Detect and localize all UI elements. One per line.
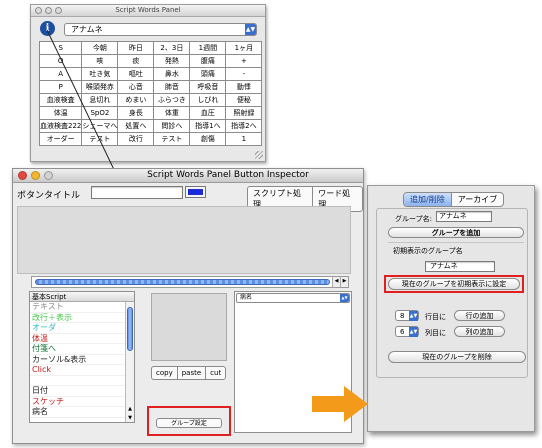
row-label: 行目に <box>425 313 446 321</box>
list-item[interactable]: 改行＋表示 <box>30 313 134 323</box>
orange-arrow-icon <box>312 386 368 422</box>
zoom-window-icon[interactable] <box>44 171 53 180</box>
initial-group-field[interactable]: アナムネ <box>425 261 495 272</box>
list-item[interactable]: 付箋へ <box>30 344 134 355</box>
row-stepper-value: 8 <box>400 312 405 320</box>
list-item[interactable] <box>30 376 134 386</box>
clipboard-buttons[interactable]: copy paste cut <box>151 366 227 380</box>
image-well[interactable] <box>151 293 227 361</box>
list-item[interactable]: カーソル&表示 <box>30 355 134 365</box>
row-stepper[interactable]: 8 ▲▼ <box>395 310 419 321</box>
updown-arrows-icon: ▲▼ <box>340 294 349 302</box>
list-item[interactable]: テキスト <box>30 302 134 313</box>
add-group-button[interactable]: グループを追加 <box>388 227 524 238</box>
add-row-button[interactable]: 行の追加 <box>454 310 505 321</box>
cut-button[interactable]: cut <box>205 367 225 379</box>
scroll-thumb[interactable] <box>35 279 330 285</box>
word-category-select[interactable]: 病名 ▲▼ <box>236 293 350 303</box>
script-list[interactable]: 基本Script テキスト 改行＋表示 オーダ 体温 付箋へ カーソル&表示 Click 日付… <box>29 291 135 423</box>
set-initial-group-button[interactable]: 現在のグループを初期表示に設定 <box>388 278 520 290</box>
divider <box>388 242 524 243</box>
initial-group-heading: 初期表示のグループ名 <box>393 247 463 255</box>
col-label: 列目に <box>425 329 446 337</box>
panel2-titlebar: Script Words Panel Button Inspector <box>13 169 363 183</box>
list-item[interactable]: オーダ <box>30 323 134 334</box>
list-header: 基本Script <box>30 292 134 302</box>
word-category-value: 病名 <box>240 294 253 301</box>
scroll-right-icon[interactable]: ▶ <box>340 277 348 287</box>
updown-arrows-icon: ▲▼ <box>409 311 418 321</box>
button-title-field[interactable] <box>91 186 183 199</box>
drawer-tabs[interactable]: 追加/削除 アーカイブ <box>403 192 505 207</box>
scroll-thumb[interactable] <box>127 307 133 351</box>
scroll-up-icon[interactable]: ▲ <box>126 406 134 412</box>
list-item[interactable]: スケッチ <box>30 397 134 407</box>
list-item[interactable]: Click <box>30 365 134 376</box>
button-preview-area <box>17 206 351 274</box>
list-rows: テキスト 改行＋表示 オーダ 体温 付箋へ カーソル&表示 Click 日付 スケッチ 病名 <box>30 302 134 418</box>
updown-arrows-icon: ▲▼ <box>409 327 418 337</box>
horizontal-scrollbar[interactable]: ◀ ▶ <box>31 276 349 288</box>
minimize-window-icon[interactable] <box>31 171 40 180</box>
add-col-button[interactable]: 列の追加 <box>454 326 505 337</box>
close-window-icon[interactable] <box>18 171 27 180</box>
col-stepper-value: 6 <box>400 328 405 336</box>
group-settings-button[interactable]: グループ設定 <box>156 418 222 428</box>
group-name-label: グループ名: <box>395 215 432 223</box>
vertical-scrollbar[interactable]: ▲ ▼ <box>125 302 134 422</box>
group-name-field[interactable]: アナムネ <box>436 211 492 222</box>
panel2-title: Script Words Panel Button Inspector <box>147 170 309 180</box>
list-item[interactable]: 病名 <box>30 407 134 418</box>
scroll-left-icon[interactable]: ◀ <box>332 277 340 287</box>
button-color-well[interactable] <box>185 186 206 198</box>
delete-group-button[interactable]: 現在のグループを削除 <box>388 351 526 363</box>
list-item[interactable]: 日付 <box>30 386 134 397</box>
tab-archive[interactable]: アーカイブ <box>452 193 504 206</box>
scroll-down-icon[interactable]: ▼ <box>126 415 134 421</box>
copy-button[interactable]: copy <box>152 367 177 379</box>
col-stepper[interactable]: 6 ▲▼ <box>395 326 419 337</box>
button-title-label: ボタンタイトル <box>17 191 81 201</box>
list-item[interactable]: 体温 <box>30 334 134 344</box>
color-swatch <box>188 189 203 195</box>
tab-add-delete[interactable]: 追加/削除 <box>404 193 452 206</box>
paste-button[interactable]: paste <box>176 367 205 379</box>
group-settings-drawer: 追加/削除 アーカイブ グループ名: アナムネ グループを追加 初期表示のグルー… <box>367 185 535 432</box>
